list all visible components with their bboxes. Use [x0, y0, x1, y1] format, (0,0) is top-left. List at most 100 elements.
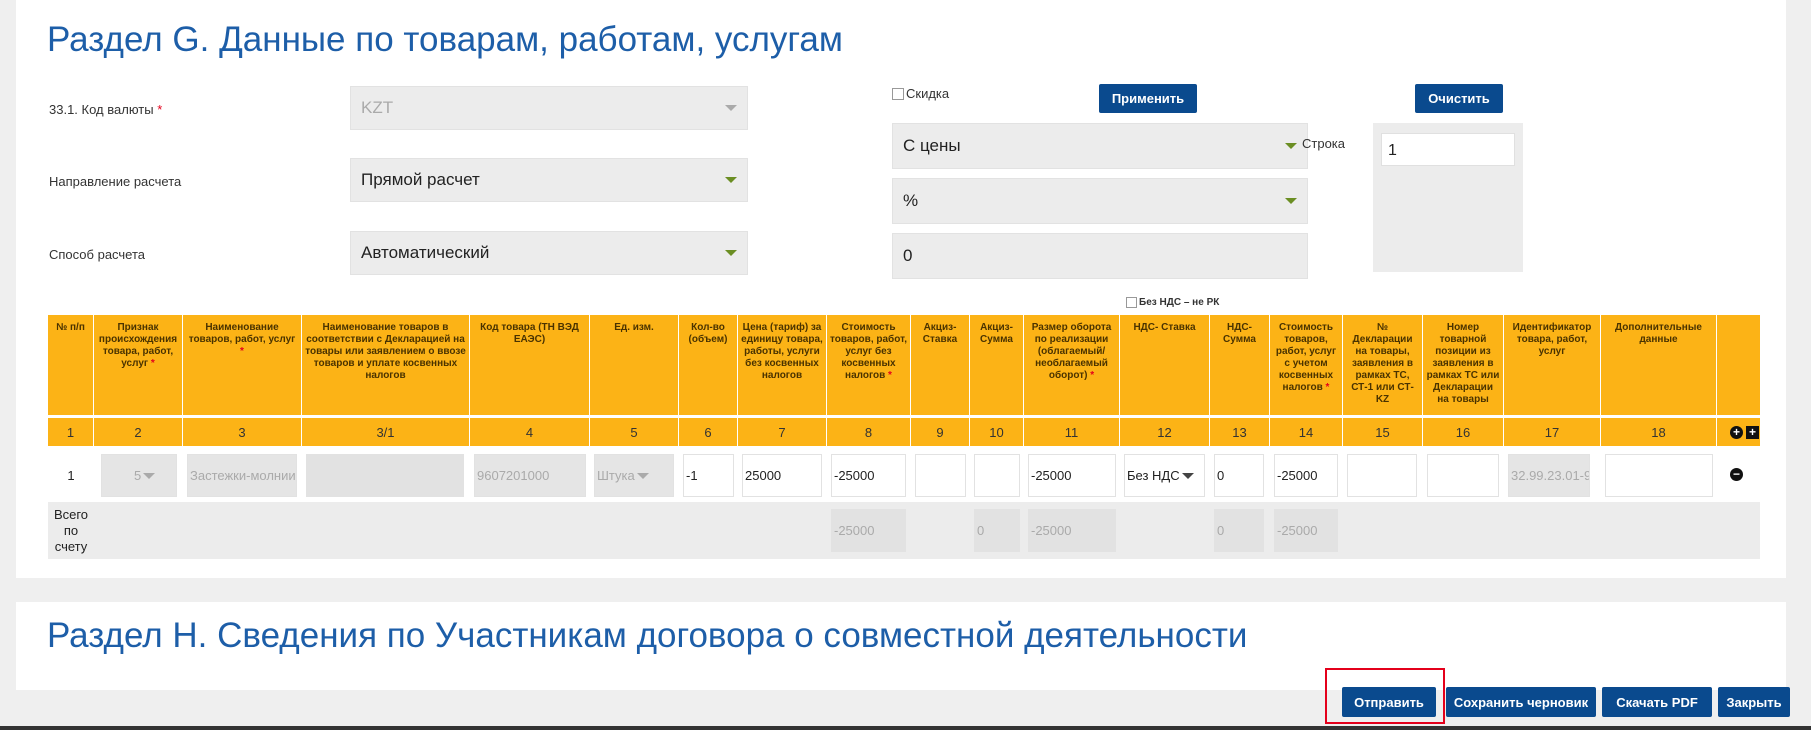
cost-input[interactable]: -25000: [831, 454, 906, 497]
column-header-label: Кол-во (объем): [688, 322, 728, 345]
excise-rate-input[interactable]: [915, 454, 966, 497]
name-input[interactable]: Застежки-молнии: [187, 454, 297, 497]
cost-input-value: -25000: [834, 468, 875, 483]
column-header-16: № Декларации на товары, заявления в рамк…: [1343, 315, 1423, 415]
qty-input[interactable]: -1: [683, 454, 734, 497]
discount-amount-input[interactable]: 0: [892, 233, 1308, 279]
column-number-18: 17: [1504, 418, 1601, 446]
qty-input-value: -1: [686, 468, 698, 483]
download-pdf-button[interactable]: Скачать PDF: [1602, 687, 1712, 717]
method-label: Способ расчета: [49, 247, 146, 262]
column-number-8: 7: [738, 418, 827, 446]
direction-select[interactable]: Прямой расчет: [350, 158, 748, 202]
column-header-11: Акциз-Сумма: [970, 315, 1024, 415]
total-turnover: -25000: [1028, 509, 1116, 552]
column-header-15: Стоимость товаров, работ, услуг с учетом…: [1270, 315, 1343, 415]
discount-type-select[interactable]: %: [892, 178, 1308, 224]
column-header-1: № п/п: [48, 315, 94, 415]
vat-sum-input[interactable]: 0: [1214, 454, 1264, 497]
apply-button[interactable]: Применить: [1099, 84, 1197, 113]
required-mark: *: [150, 358, 155, 369]
identifier-input[interactable]: 32.99.23.01-90: [1508, 454, 1590, 497]
column-header-5: Код товара (ТН ВЭД ЕАЭС): [470, 315, 590, 415]
total-label: Всего по счету: [53, 506, 89, 554]
total-excise-sum: 0: [974, 509, 1020, 552]
clear-button[interactable]: Очистить: [1415, 84, 1503, 113]
row-input[interactable]: 1: [1381, 133, 1515, 166]
chevron-down-icon: [1285, 198, 1297, 204]
extra-input[interactable]: [1605, 454, 1713, 497]
name-decl-input[interactable]: [306, 454, 464, 497]
plus-circle-icon[interactable]: +: [1730, 426, 1743, 439]
column-header-label: Акциз-Сумма: [980, 322, 1013, 345]
chevron-down-icon: [636, 472, 649, 479]
origin-select[interactable]: 5: [101, 454, 177, 497]
discount-base-select[interactable]: С цены: [892, 123, 1308, 169]
column-header-label: Признак происхождения товара, работ, усл…: [98, 322, 178, 369]
code-input[interactable]: 9607201000: [474, 454, 586, 497]
turnover-input-value: -25000: [1031, 468, 1072, 483]
cost-with-tax-input-value: -25000: [1277, 468, 1318, 483]
column-number-1: 1: [48, 418, 94, 446]
column-number-15: 14: [1270, 418, 1343, 446]
column-numbers-row: 1 2 3 3/1 4 5 6 7 8 9 10 11 12 13 14 15 16 17 18 + +: [48, 418, 1760, 446]
vat-rate-select[interactable]: Без НДС: [1124, 454, 1205, 497]
close-button[interactable]: Закрыть: [1718, 687, 1790, 717]
column-header-10: Акциз-Ставка: [911, 315, 970, 415]
price-input[interactable]: 25000: [742, 454, 822, 497]
total-vat-sum: 0: [1214, 509, 1264, 552]
chevron-down-icon: [725, 177, 737, 183]
required-mark: *: [1090, 370, 1095, 381]
save-draft-button[interactable]: Сохранить черновик: [1446, 687, 1596, 717]
column-number-9: 8: [827, 418, 911, 446]
column-header-14: НДС-Сумма: [1210, 315, 1270, 415]
turnover-input[interactable]: -25000: [1028, 454, 1116, 497]
required-mark: *: [157, 102, 163, 117]
column-header-4: Наименование товаров в соответствии с Де…: [302, 315, 470, 415]
discount-checkbox[interactable]: Скидка: [892, 86, 949, 101]
column-number-5: 4: [470, 418, 590, 446]
decl-no-input[interactable]: [1347, 454, 1417, 497]
column-number-6: 5: [590, 418, 679, 446]
minus-circle-icon[interactable]: −: [1730, 468, 1743, 481]
column-header-label: НДС- Ставка: [1133, 322, 1196, 333]
checkbox-box[interactable]: [1126, 297, 1137, 308]
column-number-4: 3/1: [302, 418, 470, 446]
column-header-label: № Декларации на товары, заявления в рамк…: [1351, 322, 1414, 405]
method-select[interactable]: Автоматический: [350, 231, 748, 275]
column-header-18: Идентификатор товара, работ, услуг: [1504, 315, 1601, 415]
column-number-13: 12: [1120, 418, 1210, 446]
checkbox-box[interactable]: [892, 87, 904, 100]
identifier-input-value: 32.99.23.01-90: [1511, 468, 1590, 483]
cost-with-tax-input[interactable]: -25000: [1274, 454, 1338, 497]
column-header-label: Ед. изм.: [614, 322, 654, 333]
excise-sum-input[interactable]: [974, 454, 1020, 497]
position-no-input[interactable]: [1427, 454, 1499, 497]
send-button-highlight: [1325, 668, 1445, 724]
column-header-12: Размер оборота по реализации (облагаемый…: [1024, 315, 1120, 415]
column-number-2: 2: [94, 418, 183, 446]
currency-select[interactable]: KZT: [350, 86, 748, 130]
column-header-label: № п/п: [56, 322, 85, 333]
price-input-value: 25000: [745, 468, 782, 483]
section-h-title: Раздел H. Сведения по Участникам договор…: [47, 616, 1248, 655]
total-cost-with-tax: -25000: [1274, 509, 1338, 552]
code-input-value: 9607201000: [477, 468, 550, 483]
section-g-title: Раздел G. Данные по товарам, работам, ус…: [47, 20, 843, 59]
column-number-10: 9: [911, 418, 970, 446]
column-header-8: Цена (тариф) за единицу товара, работы, …: [738, 315, 827, 415]
column-header-label: Цена (тариф) за единицу товара, работы, …: [741, 322, 823, 381]
plus-square-icon[interactable]: +: [1746, 426, 1759, 439]
chevron-down-icon: [1181, 472, 1194, 479]
required-mark: *: [1325, 382, 1330, 393]
total-cost: -25000: [831, 509, 906, 552]
chevron-down-icon: [143, 472, 156, 479]
no-vat-checkbox[interactable]: Без НДС – не РК: [1126, 297, 1219, 308]
vat-rate-select-value: Без НДС: [1127, 468, 1180, 483]
column-header-9: Стоимость товаров, работ, услуг без косв…: [827, 315, 911, 415]
chevron-down-icon: [1285, 143, 1297, 149]
name-input-value: Застежки-молнии: [190, 468, 296, 483]
required-mark: *: [888, 370, 892, 381]
column-header-label: НДС-Сумма: [1223, 322, 1256, 345]
unit-select[interactable]: Штука: [594, 454, 674, 497]
